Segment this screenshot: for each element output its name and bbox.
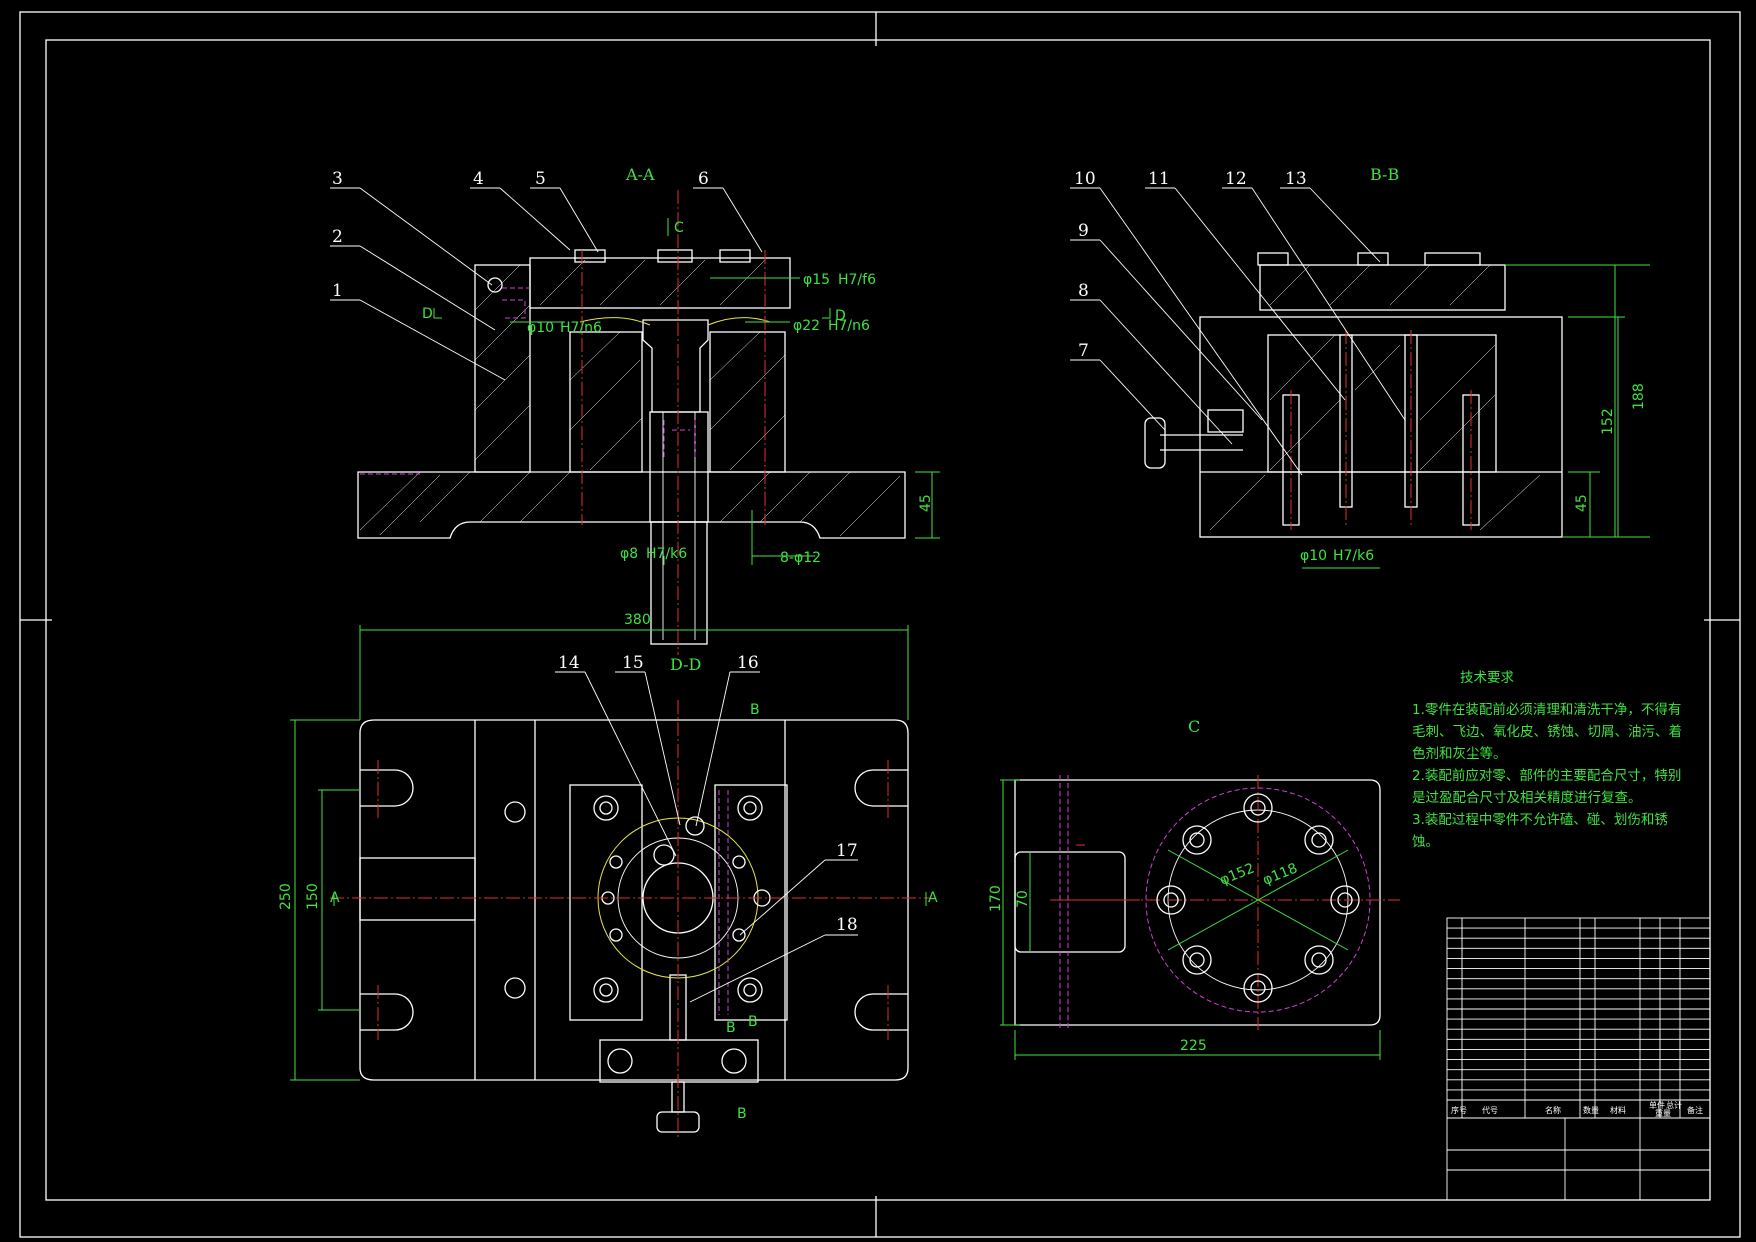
dim-phi8-fit: H7/k6 xyxy=(646,546,687,562)
drawing-frame xyxy=(19,11,1741,1238)
bom-header-remark: 备注 xyxy=(1687,1105,1703,1115)
dim-225: 225 xyxy=(1180,1038,1207,1054)
tech-line-6: 3.装配过程中零件不允许磕、碰、划伤和锈 xyxy=(1412,812,1668,828)
dim-phi118: φ118 xyxy=(1261,860,1300,888)
balloon-18: 18 xyxy=(836,915,858,935)
title-block: 序号 代号 名称 数量 材料 单件 总计 重量 备注 xyxy=(1446,917,1711,1201)
dim-150: 150 xyxy=(305,883,321,910)
dim-phi22-fit: H7/n6 xyxy=(828,318,870,334)
tech-line-5: 是过盈配合尺寸及相关精度进行复查。 xyxy=(1412,789,1642,806)
label-section-aa: A-A xyxy=(625,165,655,184)
dim-phi10-bb: φ10 xyxy=(1300,548,1327,564)
balloon-10: 10 xyxy=(1074,169,1096,189)
dim-phi10-aa-fit: H7/n6 xyxy=(560,320,602,336)
dim-250: 250 xyxy=(278,883,294,910)
tech-line-4: 2.装配前应对零、部件的主要配合尺寸，特别 xyxy=(1412,767,1681,784)
cut-mark-a-left: A xyxy=(330,890,340,906)
dim-188: 188 xyxy=(1631,383,1647,410)
balloon-9: 9 xyxy=(1078,221,1089,241)
section-bb-view xyxy=(1144,252,1563,538)
dim-45-aa: 45 xyxy=(918,494,934,512)
balloon-11: 11 xyxy=(1148,169,1170,189)
dim-phi15: φ15 xyxy=(803,272,830,288)
balloon-6: 6 xyxy=(698,169,709,189)
cut-mark-b4: B xyxy=(737,1106,747,1122)
balloon-12: 12 xyxy=(1225,169,1247,189)
balloon-16: 16 xyxy=(737,653,759,673)
cut-mark-b2: B xyxy=(726,1020,736,1036)
dim-phi10-bb-fit: H7/k6 xyxy=(1333,548,1374,564)
balloon-1: 1 xyxy=(332,281,343,301)
dimension-texts: φ15 H7/f6 φ22 H7/n6 φ10 H7/n6 φ8 H7/k6 8… xyxy=(278,272,1647,1054)
label-section-bb: B-B xyxy=(1370,165,1399,184)
tech-line-1: 1.零件在装配前必须清理和清洗干净，不得有 xyxy=(1412,701,1681,718)
balloon-14: 14 xyxy=(558,653,580,673)
bom-header-qty: 数量 xyxy=(1583,1105,1599,1115)
balloon-7: 7 xyxy=(1078,341,1089,361)
view-c xyxy=(1014,775,1400,1030)
balloon-17: 17 xyxy=(836,841,858,861)
label-view-c: C xyxy=(1188,717,1200,736)
dimension-lines xyxy=(290,264,1650,1081)
dim-45-bb: 45 xyxy=(1574,494,1590,512)
dim-170: 170 xyxy=(988,885,1004,912)
assembly-drawing: A-A B-B D-D C C D D A A B B B B 1 2 3 4 … xyxy=(19,11,1741,1238)
section-aa-view xyxy=(357,190,906,655)
dim-70: 70 xyxy=(1015,890,1031,908)
dim-8-phi12: 8-φ12 xyxy=(780,550,821,566)
balloon-5: 5 xyxy=(535,169,546,189)
cut-mark-a-right: A xyxy=(928,890,938,906)
dim-phi22: φ22 xyxy=(793,318,820,334)
bom-header-material: 材料 xyxy=(1610,1105,1626,1115)
dim-phi10-aa: φ10 xyxy=(527,320,554,336)
balloon-3: 3 xyxy=(332,169,343,189)
cut-mark-b1: B xyxy=(750,702,760,718)
tech-line-7: 蚀。 xyxy=(1412,834,1439,850)
dim-152: 152 xyxy=(1600,408,1616,435)
balloon-15: 15 xyxy=(622,653,644,673)
technical-requirements: 技术要求 1.零件在装配前必须清理和清洗干净，不得有 毛刺、飞边、氧化皮、锈蚀、… xyxy=(1412,670,1682,850)
balloon-2: 2 xyxy=(332,227,343,247)
bom-header-code: 代号 xyxy=(1482,1105,1498,1115)
cut-mark-c: C xyxy=(674,220,684,236)
dim-phi8: φ8 xyxy=(620,546,638,562)
bom-header-weight: 重量 xyxy=(1655,1108,1671,1118)
dim-phi152: φ152 xyxy=(1218,860,1257,888)
bom-header-no: 序号 xyxy=(1451,1105,1467,1115)
bom-header-name: 名称 xyxy=(1545,1105,1561,1115)
view-labels: A-A B-B D-D C C D D A A B B B B xyxy=(330,165,1399,1122)
balloon-4: 4 xyxy=(473,169,484,189)
balloon-8: 8 xyxy=(1078,281,1089,301)
dim-phi15-fit: H7/f6 xyxy=(838,272,876,288)
drawing-viewport[interactable]: A-A B-B D-D C C D D A A B B B B 1 2 3 4 … xyxy=(0,0,1756,1242)
cut-mark-b3: B xyxy=(748,1014,758,1030)
tech-title: 技术要求 xyxy=(1460,670,1514,686)
bom-header: 序号 代号 名称 数量 材料 单件 总计 重量 备注 xyxy=(1451,1100,1703,1118)
dim-380: 380 xyxy=(624,612,651,628)
balloon-13: 13 xyxy=(1285,169,1307,189)
label-section-dd: D-D xyxy=(670,655,701,674)
tech-line-2: 毛刺、飞边、氧化皮、锈蚀、切屑、油污、着 xyxy=(1412,723,1682,740)
tech-line-3: 色剂和灰尘等。 xyxy=(1412,745,1507,762)
cut-mark-d-left: D xyxy=(422,306,433,322)
